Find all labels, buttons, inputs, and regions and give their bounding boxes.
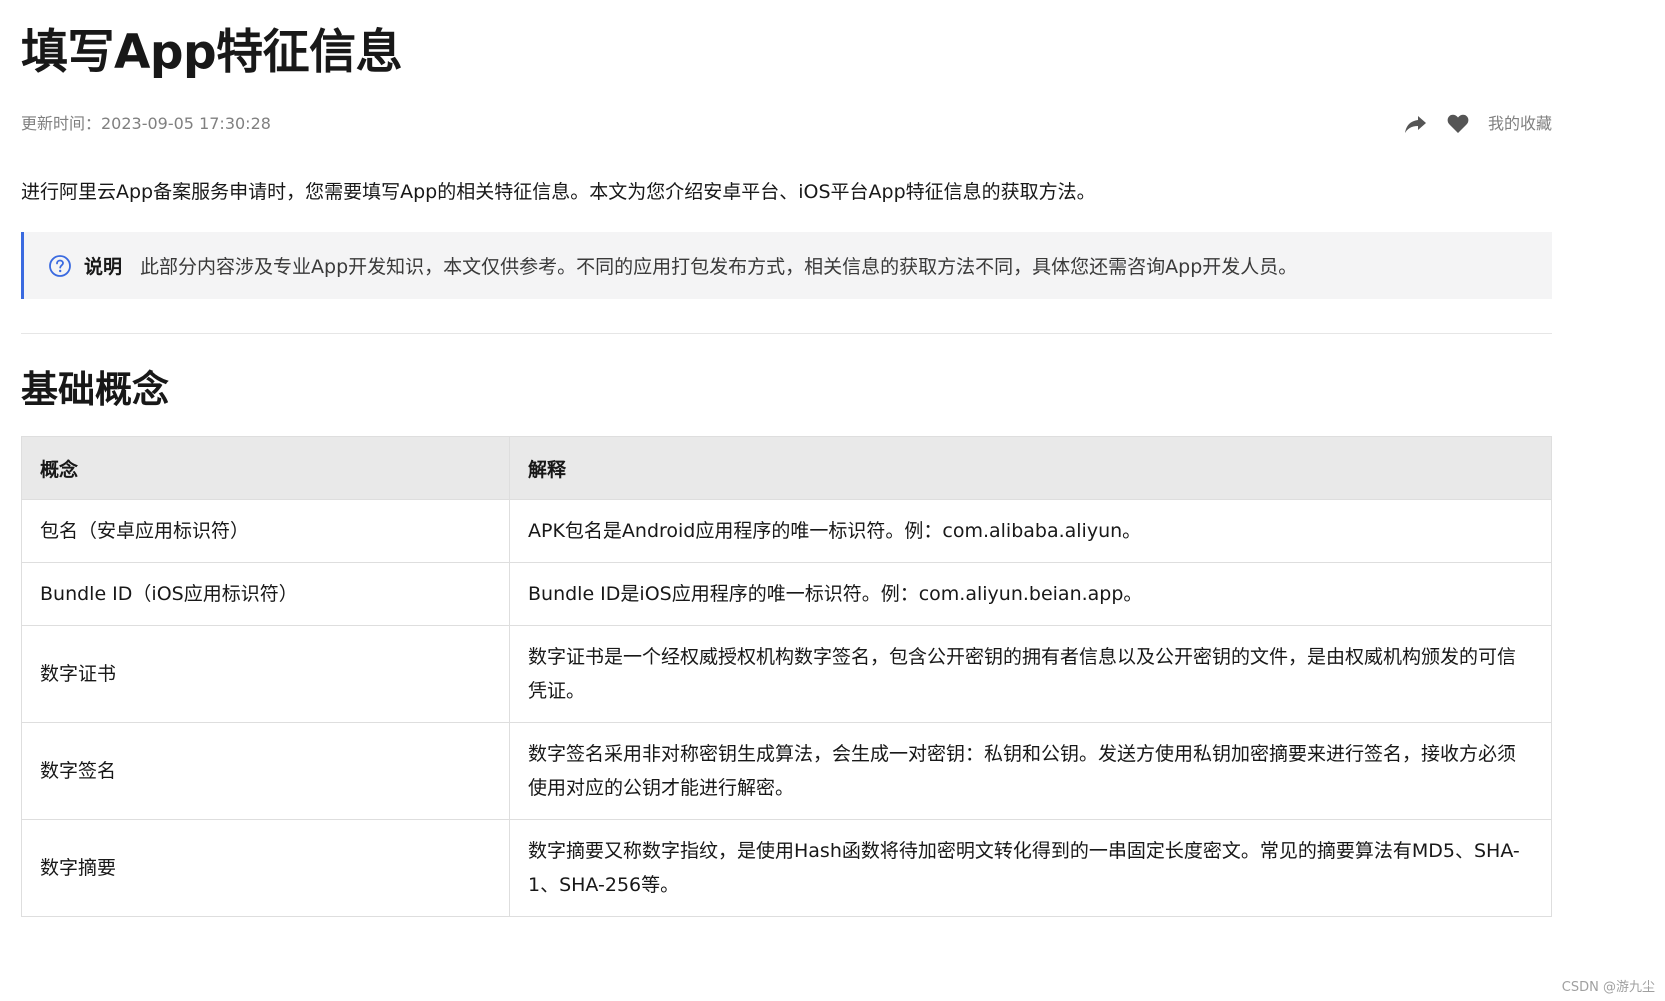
- heart-icon[interactable]: [1446, 112, 1470, 136]
- table-header-explanation: 解释: [509, 436, 1552, 500]
- table-row: 包名（安卓应用标识符） APK包名是Android应用程序的唯一标识符。例：co…: [21, 499, 1552, 563]
- note-label: 说明: [84, 256, 123, 278]
- update-time: 更新时间：2023-09-05 17:30:28: [21, 114, 271, 133]
- table-row: 数字证书 数字证书是一个经权威授权机构数字签名，包含公开密钥的拥有者信息以及公开…: [21, 625, 1552, 723]
- note-text: 此部分内容涉及专业App开发知识，本文仅供参考。不同的应用打包发布方式，相关信息…: [140, 256, 1298, 278]
- explanation-cell: 数字摘要又称数字指纹，是使用Hash函数将待加密明文转化得到的一串固定长度密文。…: [509, 819, 1552, 917]
- section-title: 基础概念: [21, 368, 169, 411]
- page-title: 填写App特征信息: [21, 25, 403, 80]
- divider: [21, 333, 1552, 334]
- article-actions: 我的收藏: [1404, 112, 1552, 136]
- explanation-cell: 数字证书是一个经权威授权机构数字签名，包含公开密钥的拥有者信息以及公开密钥的文件…: [509, 625, 1552, 723]
- table-header-row: 概念 解释: [21, 436, 1552, 500]
- explanation-cell: APK包名是Android应用程序的唯一标识符。例：com.alibaba.al…: [509, 499, 1552, 563]
- concept-cell: 数字证书: [21, 625, 510, 723]
- concept-cell: 数字摘要: [21, 819, 510, 917]
- table-row: Bundle ID（iOS应用标识符） Bundle ID是iOS应用程序的唯一…: [21, 562, 1552, 626]
- table-header-concept: 概念: [21, 436, 510, 500]
- question-circle-icon: [48, 254, 72, 278]
- table-row: 数字摘要 数字摘要又称数字指纹，是使用Hash函数将待加密明文转化得到的一串固定…: [21, 819, 1552, 917]
- favorite-button[interactable]: 我的收藏: [1488, 112, 1552, 136]
- explanation-cell: Bundle ID是iOS应用程序的唯一标识符。例：com.aliyun.bei…: [509, 562, 1552, 626]
- concept-cell: 包名（安卓应用标识符）: [21, 499, 510, 563]
- concept-cell: 数字签名: [21, 722, 510, 820]
- explanation-cell: 数字签名采用非对称密钥生成算法，会生成一对密钥：私钥和公钥。发送方使用私钥加密摘…: [509, 722, 1552, 820]
- share-icon[interactable]: [1404, 112, 1428, 136]
- concept-cell: Bundle ID（iOS应用标识符）: [21, 562, 510, 626]
- note-callout: 说明 此部分内容涉及专业App开发知识，本文仅供参考。不同的应用打包发布方式，相…: [21, 232, 1552, 299]
- meta-bar: 更新时间：2023-09-05 17:30:28 我的收藏: [21, 112, 1552, 136]
- watermark: CSDN @游九尘: [1561, 980, 1655, 995]
- intro-paragraph: 进行阿里云App备案服务申请时，您需要填写App的相关特征信息。本文为您介绍安卓…: [21, 181, 1096, 203]
- table-row: 数字签名 数字签名采用非对称密钥生成算法，会生成一对密钥：私钥和公钥。发送方使用…: [21, 722, 1552, 820]
- concepts-table: 概念 解释 包名（安卓应用标识符） APK包名是Android应用程序的唯一标识…: [21, 436, 1552, 917]
